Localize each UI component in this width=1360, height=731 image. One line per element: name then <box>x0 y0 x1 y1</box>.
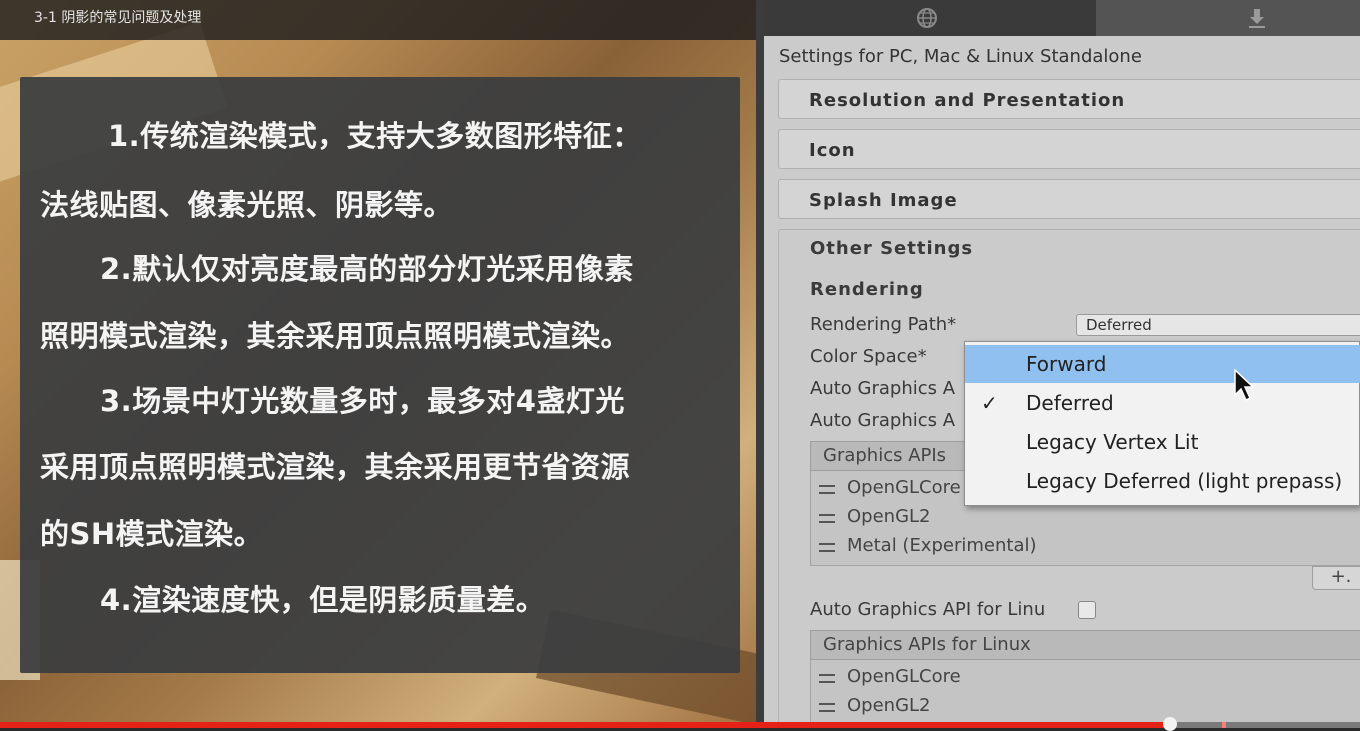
slide-line: 4.渲染速度快，但是阴影质量差。 <box>100 583 546 617</box>
list-item[interactable]: OpenGLCore <box>811 664 1360 692</box>
slide-panel: 1.传统渲染模式，支持大多数图形特征： 法线贴图、像素光照、阴影等。 2.默认仅… <box>20 77 740 673</box>
list-header-label: Graphics APIs <box>823 445 947 466</box>
auto-graphics-api-label: Auto Graphics A <box>810 378 956 399</box>
list-item-label: OpenGLCore <box>847 666 961 687</box>
checkmark-icon: ✓ <box>981 391 998 415</box>
list-header-label: Graphics APIs for Linux <box>823 634 1031 655</box>
list-item-label: OpenGL2 <box>847 695 931 716</box>
list-item-label: Metal (Experimental) <box>847 535 1037 556</box>
drag-handle-icon[interactable] <box>819 543 835 552</box>
foldout-label: Resolution and Presentation <box>809 90 1126 111</box>
foldout-label: Icon <box>809 140 856 161</box>
mouse-cursor-icon <box>1234 369 1254 402</box>
video-progress-fill <box>0 722 1170 728</box>
settings-platform-title: Settings for PC, Mac & Linux Standalone <box>779 46 1142 67</box>
slide-line: 法线贴图、像素光照、阴影等。 <box>40 188 454 222</box>
slide-line: 的SH模式渲染。 <box>40 517 264 551</box>
menu-item-label: Deferred <box>1026 391 1114 415</box>
color-space-label: Color Space* <box>810 346 927 367</box>
slide-line: 3.场景中灯光数量多时，最多对4盏灯光 <box>100 384 625 418</box>
globe-icon <box>917 8 937 28</box>
platform-tabs <box>764 0 1360 36</box>
menu-item-deferred[interactable]: ✓ Deferred <box>965 384 1360 422</box>
menu-item-label: Legacy Deferred (light prepass) <box>1026 469 1343 493</box>
foldout-resolution[interactable]: Resolution and Presentation <box>778 79 1360 119</box>
rendering-path-value: Deferred <box>1086 316 1152 334</box>
rendering-path-label: Rendering Path* <box>810 314 957 335</box>
graphics-apis-linux-list: OpenGLCore OpenGL2 <box>810 660 1360 728</box>
tab-web-platform[interactable] <box>764 0 1096 36</box>
list-item[interactable]: OpenGL2 <box>811 504 1360 532</box>
slide-line: 1.传统渲染模式，支持大多数图形特征： <box>108 119 642 153</box>
foldout-splash-image[interactable]: Splash Image <box>778 179 1360 219</box>
drag-handle-icon[interactable] <box>819 485 835 494</box>
list-item-label: OpenGL2 <box>847 506 931 527</box>
rendering-path-dropdown[interactable]: Deferred <box>1076 314 1360 336</box>
drag-handle-icon[interactable] <box>819 514 835 523</box>
drag-handle-icon[interactable] <box>819 674 835 683</box>
menu-item-forward[interactable]: Forward <box>965 345 1360 383</box>
menu-item-label: Legacy Vertex Lit <box>1026 430 1199 454</box>
video-scrubber-handle[interactable] <box>1162 717 1177 731</box>
download-icon <box>1249 9 1265 28</box>
list-item[interactable]: OpenGL2 <box>811 693 1360 721</box>
chapter-marker <box>1222 722 1226 728</box>
list-item-label: OpenGLCore <box>847 477 961 498</box>
rendering-path-menu: Forward ✓ Deferred Legacy Vertex Lit Leg… <box>964 341 1360 506</box>
list-item[interactable]: Metal (Experimental) <box>811 533 1360 561</box>
slide-line: 采用顶点照明模式渲染，其余采用更节省资源 <box>40 450 631 484</box>
menu-item-legacy-vertex-lit[interactable]: Legacy Vertex Lit <box>965 423 1360 461</box>
rendering-header: Rendering <box>810 279 924 300</box>
slide-line: 照明模式渲染，其余采用顶点照明模式渲染。 <box>40 319 631 353</box>
auto-graphics-linux-checkbox[interactable] <box>1078 601 1096 619</box>
foldout-label: Splash Image <box>809 190 958 211</box>
foldout-icon[interactable]: Icon <box>778 129 1360 169</box>
video-title: 3-1 阴影的常见问题及处理 <box>34 10 202 26</box>
tab-download-platform[interactable] <box>1096 0 1360 36</box>
menu-item-label: Forward <box>1026 352 1107 376</box>
menu-item-legacy-deferred[interactable]: Legacy Deferred (light prepass) <box>965 462 1360 500</box>
auto-graphics-linux-label: Auto Graphics API for Linu <box>810 599 1046 620</box>
auto-graphics-api-label: Auto Graphics A <box>810 410 956 431</box>
video-title-bar: 3-1 阴影的常见问题及处理 <box>0 0 756 40</box>
add-api-button[interactable]: +. <box>1312 566 1360 590</box>
slide-line: 2.默认仅对亮度最高的部分灯光采用像素 <box>100 252 634 286</box>
foldout-other-settings[interactable]: Other Settings <box>810 238 973 259</box>
drag-handle-icon[interactable] <box>819 703 835 712</box>
graphics-apis-linux-header: Graphics APIs for Linux <box>810 630 1360 660</box>
